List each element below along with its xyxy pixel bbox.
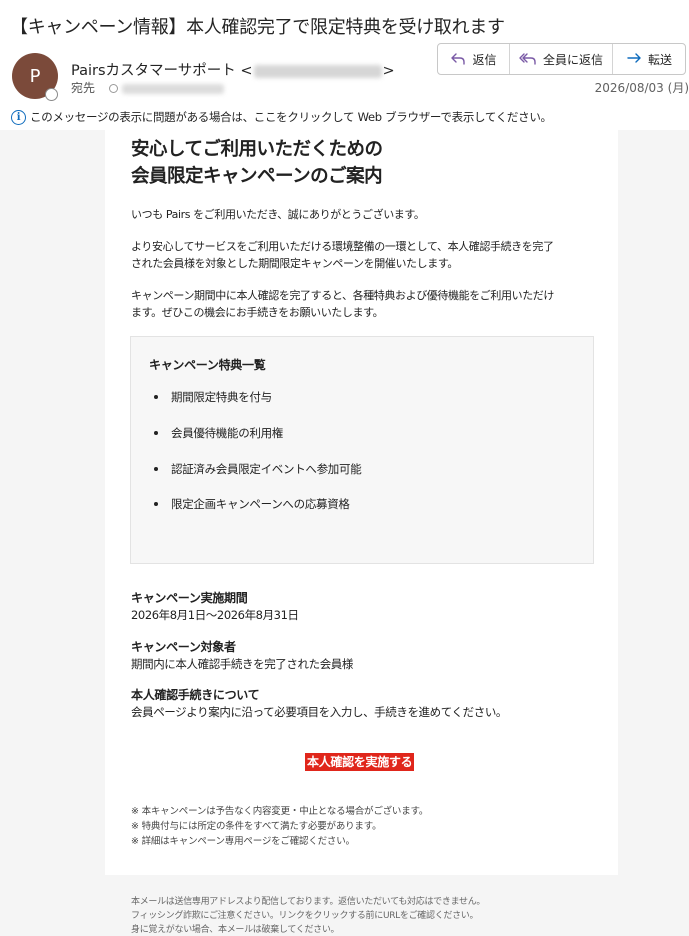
intro-line-1: より安心してサービスをご利用いただける環境整備の一環として、本人確認手続きを完了: [131, 240, 554, 253]
forward-arrow-icon: [627, 53, 641, 63]
list-item: 会員優待機能の利用権: [154, 426, 283, 440]
heading-line-1: 安心してご利用いただくための: [131, 139, 383, 160]
benefit-line-2: ます。ぜひこの機会にお手続きをお願いいたします。: [131, 306, 384, 319]
greeting-paragraph: いつも Pairs をご利用いただき、誠にありがとうございます。: [131, 208, 425, 221]
period-title: キャンペーン実施期間: [131, 591, 248, 605]
benefit-line-1: キャンペーン期間中に本人確認を完了すると、各種特典および優待機能をご利用いただけ: [131, 289, 555, 302]
verify-identity-button[interactable]: 本人確認を実施する: [305, 753, 415, 771]
procedure-value: 会員ページより案内に沿って必要項目を入力し、手続きを進めてください。: [131, 705, 508, 719]
sender-close: >: [382, 63, 395, 79]
recipient-presence-icon: [109, 84, 119, 93]
heading-line-2: 会員限定キャンペーンのご案内: [131, 166, 383, 187]
info-circle-icon: i: [11, 109, 26, 125]
intro-line-2: された会員様を対象とした期間限定キャンペーンを開催いたします。: [131, 257, 458, 270]
reply-label: 返信: [472, 52, 497, 67]
note-line: ※ 詳細はキャンペーン専用ページをご確認ください。: [131, 836, 355, 847]
note-line: ※ 本キャンペーンは予告なく内容変更・中止となる場合がございます。: [131, 806, 429, 817]
email-subject: 【キャンペーン情報】本人確認完了で限定特典を受け取れます: [10, 17, 505, 38]
target-value: 期間内に本人確認手続きを完了された会員様: [131, 657, 353, 671]
period-value: 2026年8月1日〜2026年8月31日: [131, 608, 299, 622]
presence-status-icon: [45, 88, 58, 101]
note-line: ※ 特典付与には所定の条件をすべて満たす必要があります。: [131, 821, 382, 832]
forward-button[interactable]: 転送: [613, 44, 685, 74]
sender-name: Pairsカスタマーサポート <: [71, 63, 253, 79]
benefits-box: キャンペーン特典一覧 期間限定特典を付与 会員優待機能の利用権 認証済み会員限定…: [130, 336, 594, 564]
avatar-letter: P: [29, 65, 41, 87]
sender-address-redacted: [253, 64, 382, 78]
reply-all-arrow-icon: [519, 53, 536, 65]
list-item: 限定企画キャンペーンへの応募資格: [154, 497, 350, 511]
reply-all-button[interactable]: 全員に返信: [510, 44, 613, 74]
reply-button[interactable]: 返信: [438, 44, 510, 74]
to-label: 宛先: [71, 81, 96, 95]
footer-line: フィッシング詐欺にご注意ください。リンクをクリックする前にURLをご確認ください…: [131, 911, 479, 921]
message-actions: 返信 全員に返信 転送: [437, 43, 686, 75]
list-item: 期間限定特典を付与: [154, 390, 272, 404]
reply-arrow-icon: [451, 53, 466, 65]
benefits-title: キャンペーン特典一覧: [149, 358, 266, 372]
recipient-address-redacted[interactable]: [122, 83, 225, 94]
intro-paragraph: より安心してサービスをご利用いただける環境整備の一環として、本人確認手続きを完了…: [131, 238, 601, 272]
info-bar-text: このメッセージの表示に問題がある場合は、ここをクリックして Web ブラウザーで…: [30, 110, 552, 124]
benefit-paragraph: キャンペーン期間中に本人確認を完了すると、各種特典および優待機能をご利用いただけ…: [131, 287, 601, 321]
reply-all-label: 全員に返信: [542, 52, 603, 67]
info-bar[interactable]: i このメッセージの表示に問題がある場合は、ここをクリックして Web ブラウザ…: [11, 109, 552, 125]
forward-label: 転送: [647, 52, 672, 67]
campaign-heading: 安心してご利用いただくための 会員限定キャンペーンのご案内: [131, 136, 383, 190]
recipient-line: 宛先: [71, 79, 225, 96]
sender-line[interactable]: Pairsカスタマーサポート < >: [71, 59, 395, 80]
target-title: キャンペーン対象者: [131, 640, 236, 654]
procedure-title: 本人確認手続きについて: [131, 688, 260, 702]
list-item: 認証済み会員限定イベントへ参加可能: [153, 462, 362, 476]
received-date: 2026/08/03 (月): [594, 81, 689, 95]
footer-line: 本メールは送信専用アドレスより配信しております。返信いただいても対応はできません…: [131, 897, 486, 907]
footer-line: 身に覚えがない場合、本メールは破棄してください。: [131, 925, 340, 935]
